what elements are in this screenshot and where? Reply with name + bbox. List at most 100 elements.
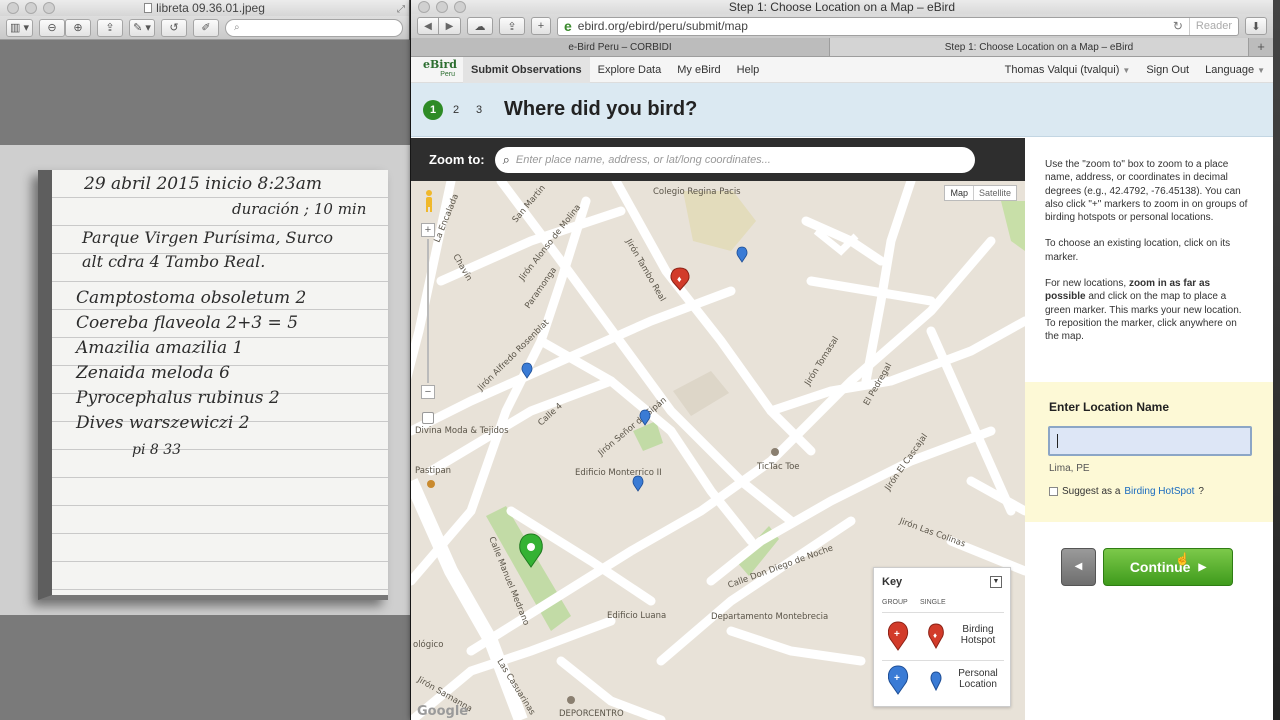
note-species-6: Dives warszewiczi 2 bbox=[76, 413, 250, 433]
svg-text:+: + bbox=[894, 629, 900, 640]
zoom-out-button[interactable]: ⊖ bbox=[38, 18, 65, 37]
tab-bar: e-Bird Peru – CORBIDI Step 1: Choose Loc… bbox=[411, 38, 1273, 57]
svg-text:♦: ♦ bbox=[933, 631, 937, 640]
browser-title: Step 1: Choose Location on a Map – eBird bbox=[728, 0, 956, 14]
zoom-placeholder: Enter place name, address, or lat/long c… bbox=[515, 153, 771, 166]
forward-icon[interactable]: ▶ bbox=[439, 17, 461, 35]
map-label-luana: Edificio Luana bbox=[607, 611, 666, 621]
step-1: 1 bbox=[423, 99, 443, 120]
markup-button[interactable]: ✎ ▾ bbox=[128, 18, 155, 37]
birding-hotspot-link[interactable]: Birding HotSpot bbox=[1124, 486, 1194, 497]
minimize-window-button[interactable] bbox=[25, 2, 37, 14]
key-hotspot-label: Birding Hotspot bbox=[960, 624, 996, 646]
svg-text:+: + bbox=[894, 673, 900, 684]
step-3: 3 bbox=[475, 103, 483, 116]
fullscreen-icon[interactable]: ⤢ bbox=[397, 2, 405, 18]
suggest-hotspot-row: Suggest as a Birding HotSpot? bbox=[1049, 486, 1204, 497]
suggest-suffix: ? bbox=[1198, 486, 1204, 497]
key-collapse-icon[interactable]: ▼ bbox=[990, 576, 1002, 588]
chevron-down-icon: ▼ bbox=[1257, 65, 1265, 75]
help-paragraph-2: To choose an existing location, click on… bbox=[1045, 238, 1231, 263]
google-logo: Google bbox=[417, 704, 468, 719]
map-type-satellite-button[interactable]: Satellite bbox=[972, 186, 1016, 200]
help-paragraph-3: For new locations, zoom in as far as pos… bbox=[1045, 277, 1253, 343]
close-window-button[interactable] bbox=[7, 2, 19, 14]
key-title: Key bbox=[882, 576, 903, 588]
zoom-in-button[interactable]: ⊕ bbox=[64, 18, 91, 37]
nav-explore-data[interactable]: Explore Data bbox=[590, 57, 670, 83]
map-label-deporcentro: DEPORCENTRO bbox=[559, 709, 624, 719]
downloads-icon[interactable]: ⬇ bbox=[1245, 17, 1267, 35]
address-bar[interactable]: e ebird.org/ebird/peru/submit/map ↻ Read… bbox=[557, 16, 1239, 36]
desktop-edge bbox=[1273, 0, 1280, 720]
nav-right: Thomas Valqui (tvalqui) ▼ Sign Out Langua… bbox=[997, 57, 1273, 83]
ebird-nav: eBird Peru Submit Observations Explore D… bbox=[411, 56, 1273, 83]
browser-close-button[interactable] bbox=[418, 1, 430, 13]
map-zoom-slider[interactable] bbox=[427, 239, 429, 383]
step-bar: 1 2 3 Where did you bird? bbox=[411, 83, 1273, 137]
browser-toolbar: ◀ ▶ ☁ ⇪ + e ebird.org/ebird/peru/submit/… bbox=[411, 14, 1273, 38]
back-button[interactable]: ◀ bbox=[1061, 548, 1096, 586]
zoom-search-input[interactable]: ⌕ Enter place name, address, or lat/long… bbox=[494, 146, 975, 173]
map-label-edificio-monterrico: Edificio Monterrico II bbox=[575, 468, 662, 478]
suggest-prefix: Suggest as a bbox=[1062, 486, 1121, 497]
search-icon: ⌕ bbox=[502, 151, 510, 167]
location-name-input[interactable] bbox=[1048, 426, 1252, 456]
preview-window: libreta 09.36.01.jpeg ⤢ ▥ ▾ ⊖ ⊕ ⇪ ✎ ▾ ↺ … bbox=[0, 0, 410, 720]
key-group-label: GROUP bbox=[882, 599, 908, 606]
back-icon[interactable]: ◀ bbox=[417, 17, 439, 35]
add-tab-icon[interactable]: + bbox=[1249, 38, 1273, 56]
note-duration: duración ; 10 min bbox=[232, 200, 367, 218]
map-label-tictac: TicTac Toe bbox=[756, 462, 800, 472]
map-label-ecologico: ológico bbox=[413, 639, 443, 650]
language-menu[interactable]: Language ▼ bbox=[1197, 57, 1273, 83]
reader-button[interactable]: Reader bbox=[1188, 17, 1238, 35]
nav-submit-observations[interactable]: Submit Observations bbox=[463, 56, 590, 83]
edit-toolbar-button[interactable]: ✐ bbox=[192, 18, 219, 37]
new-tab-icon[interactable]: + bbox=[531, 17, 551, 35]
continue-button[interactable]: Continue ▶ bbox=[1103, 548, 1233, 586]
user-menu[interactable]: Thomas Valqui (tvalqui) ▼ bbox=[997, 57, 1139, 83]
svg-text:♦: ♦ bbox=[677, 274, 682, 284]
site-favicon-icon: e bbox=[564, 18, 572, 34]
share-icon[interactable]: ⇪ bbox=[499, 17, 525, 35]
logo-subtext: Peru bbox=[440, 71, 455, 78]
key-divider bbox=[882, 660, 1004, 661]
map-type-map-button[interactable]: Map bbox=[945, 186, 973, 200]
sidebar-toggle-button[interactable]: ▥ ▾ bbox=[6, 18, 33, 37]
share-button[interactable]: ⇪ bbox=[96, 18, 123, 37]
preview-toolbar: ▥ ▾ ⊖ ⊕ ⇪ ✎ ▾ ↺ ✐ ⌕ bbox=[0, 16, 409, 40]
map[interactable]: Colegio Regina Pacis San Martin Jirón Al… bbox=[411, 181, 1025, 720]
map-label-colegio: Colegio Regina Pacis bbox=[653, 187, 741, 197]
magnify-icon[interactable] bbox=[422, 412, 434, 424]
pegman-icon[interactable] bbox=[423, 189, 435, 213]
rotate-button[interactable]: ↺ bbox=[160, 18, 187, 37]
suggest-hotspot-checkbox[interactable] bbox=[1049, 487, 1058, 496]
nav-help[interactable]: Help bbox=[729, 57, 768, 83]
preview-background-bottom bbox=[0, 615, 410, 720]
map-type-control: Map Satellite bbox=[944, 185, 1017, 201]
location-place: Lima, PE bbox=[1049, 463, 1090, 474]
key-single-label: SINGLE bbox=[920, 599, 946, 606]
map-label-pastipan: Pastipan bbox=[415, 466, 451, 476]
side-panel: Use the "zoom to" box to zoom to a place… bbox=[1025, 138, 1273, 720]
zoom-label: Zoom to: bbox=[429, 152, 485, 167]
tab-ebird-step1[interactable]: Step 1: Choose Location on a Map – eBird bbox=[830, 38, 1249, 56]
tab-corbidi[interactable]: e-Bird Peru – CORBIDI bbox=[411, 38, 830, 56]
reload-icon[interactable]: ↻ bbox=[1173, 19, 1183, 33]
ebird-logo[interactable]: eBird Peru bbox=[423, 59, 463, 79]
nav-my-ebird[interactable]: My eBird bbox=[669, 57, 728, 83]
browser-minimize-button[interactable] bbox=[436, 1, 448, 13]
map-key: Key ▼ GROUP SINGLE + ♦ + Birding Hotspot… bbox=[873, 567, 1011, 707]
preview-search-input[interactable]: ⌕ bbox=[224, 18, 403, 37]
browser-zoom-button[interactable] bbox=[454, 1, 466, 13]
browser-titlebar: Step 1: Choose Location on a Map – eBird bbox=[411, 0, 1273, 14]
zoom-window-button[interactable] bbox=[43, 2, 55, 14]
preview-titlebar: libreta 09.36.01.jpeg ⤢ bbox=[0, 0, 409, 16]
icloud-tabs-icon[interactable]: ☁ bbox=[467, 17, 493, 35]
map-zoom-in-button[interactable]: + bbox=[421, 223, 435, 237]
note-species-5: Pyrocephalus rubinus 2 bbox=[76, 388, 280, 408]
map-label-divina: Divina Moda & Tejidos bbox=[415, 426, 509, 436]
map-zoom-out-button[interactable]: − bbox=[421, 385, 435, 399]
sign-out-link[interactable]: Sign Out bbox=[1138, 57, 1197, 83]
